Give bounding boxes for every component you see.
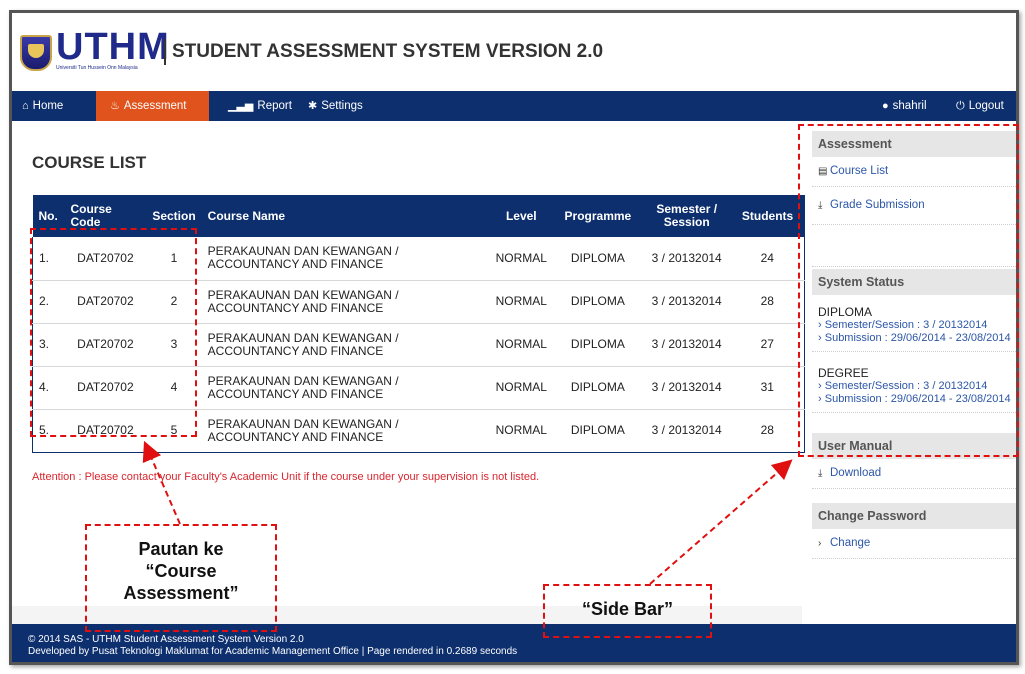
cell-session: 3 / 20132014 — [642, 323, 731, 367]
page-title: COURSE LIST — [32, 153, 147, 172]
cell-session: 3 / 20132014 — [642, 366, 731, 410]
app-title: STUDENT ASSESSMENT SYSTEM VERSION 2.0 — [172, 41, 604, 62]
logo-text[interactable]: UTHM — [56, 27, 170, 67]
cell-students: 31 — [730, 366, 805, 410]
cell-programme: DIPLOMA — [552, 237, 643, 281]
cell-course-name: PERAKAUNAN DAN KEWANGAN / ACCOUNTANCY AN… — [201, 280, 490, 324]
cell-programme: DIPLOMA — [552, 280, 643, 324]
nav-home-label: Home — [32, 100, 64, 112]
gear-icon: ✱ — [308, 100, 318, 112]
annotation-label-course-assessment: Pautan ke “Course Assessment” — [88, 538, 274, 604]
annotation-box-sidebar — [798, 124, 1019, 457]
col-header-programme: Programme — [552, 195, 643, 237]
annotation-line-3: Assessment” — [123, 583, 239, 603]
cell-course-name: PERAKAUNAN DAN KEWANGAN / ACCOUNTANCY AN… — [201, 237, 490, 281]
nav-logout-label: Logout — [968, 100, 1004, 112]
cell-students: 24 — [730, 237, 805, 281]
cell-level: NORMAL — [489, 409, 553, 453]
nav-settings-label: Settings — [321, 100, 363, 112]
cell-level: NORMAL — [489, 366, 553, 410]
cell-session: 3 / 20132014 — [642, 280, 731, 324]
sidebar-item-change[interactable]: › Change — [812, 529, 1016, 559]
nav-assessment-label: Assessment — [123, 100, 187, 112]
nav-home[interactable]: ⌂ Home — [12, 91, 73, 121]
sidebar-item-label: Change — [830, 537, 871, 549]
cell-students: 27 — [730, 323, 805, 367]
col-header-course-name: Course Name — [201, 195, 490, 237]
cell-level: NORMAL — [489, 323, 553, 367]
logo-divider — [164, 39, 166, 65]
site-header: UTHM Universiti Tun Hussein Onn Malaysia… — [12, 13, 1016, 88]
annotation-label-sidebar: “Side Bar” — [581, 599, 674, 619]
cell-session: 3 / 20132014 — [642, 237, 731, 281]
annotation-line-2: “Course — [145, 561, 217, 581]
power-icon: ⏻ — [956, 100, 965, 112]
nav-settings[interactable]: ✱ Settings — [298, 91, 373, 121]
download-icon: ⤓ — [818, 468, 823, 479]
nav-logout[interactable]: ⏻ Logout — [946, 91, 1014, 121]
cell-level: NORMAL — [489, 237, 553, 281]
cell-students: 28 — [730, 409, 805, 453]
main-navbar: ⌂ Home ♨ Assessment ▁▃▅ Report ✱ Settings ● s… — [12, 91, 1016, 121]
cell-programme: DIPLOMA — [552, 409, 643, 453]
col-header-level: Level — [489, 195, 553, 237]
annotation-box-course-links — [30, 228, 197, 437]
bar-chart-icon: ▁▃▅ — [228, 100, 254, 112]
nav-assessment[interactable]: ♨ Assessment — [96, 91, 209, 121]
cell-programme: DIPLOMA — [552, 323, 643, 367]
user-icon: ● — [882, 100, 889, 112]
cell-programme: DIPLOMA — [552, 366, 643, 410]
logo-subtitle: Universiti Tun Hussein Onn Malaysia — [56, 65, 138, 71]
footer-developed-by: Developed by Pusat Teknologi Maklumat fo… — [28, 646, 518, 657]
annotation-line-1: Pautan ke — [138, 539, 224, 559]
col-header-semester: Semester / Session — [642, 195, 731, 237]
nav-report-label: Report — [257, 100, 292, 112]
cell-course-name: PERAKAUNAN DAN KEWANGAN / ACCOUNTANCY AN… — [201, 409, 490, 453]
attention-notice: Attention : Please contact your Faculty'… — [32, 471, 540, 483]
flame-icon: ♨ — [110, 100, 120, 112]
cell-students: 28 — [730, 280, 805, 324]
cell-course-name: PERAKAUNAN DAN KEWANGAN / ACCOUNTANCY AN… — [201, 366, 490, 410]
sidebar-heading-change-password: Change Password — [812, 503, 1016, 529]
sidebar-item-label: Download — [830, 467, 882, 479]
nav-report[interactable]: ▁▃▅ Report — [218, 91, 302, 121]
home-icon: ⌂ — [22, 100, 29, 112]
nav-user-label: shahril — [892, 100, 927, 112]
nav-user[interactable]: ● shahril — [872, 91, 937, 121]
col-header-students: Students — [730, 195, 805, 237]
cell-course-name: PERAKAUNAN DAN KEWANGAN / ACCOUNTANCY AN… — [201, 323, 490, 367]
uthm-crest-icon — [20, 35, 52, 71]
cell-level: NORMAL — [489, 280, 553, 324]
chevron-right-icon: › — [818, 538, 822, 549]
cell-session: 3 / 20132014 — [642, 409, 731, 453]
sidebar-item-download[interactable]: ⤓ Download — [812, 459, 1016, 489]
footer-copyright: © 2014 SAS - UTHM Student Assessment Sys… — [28, 634, 304, 645]
